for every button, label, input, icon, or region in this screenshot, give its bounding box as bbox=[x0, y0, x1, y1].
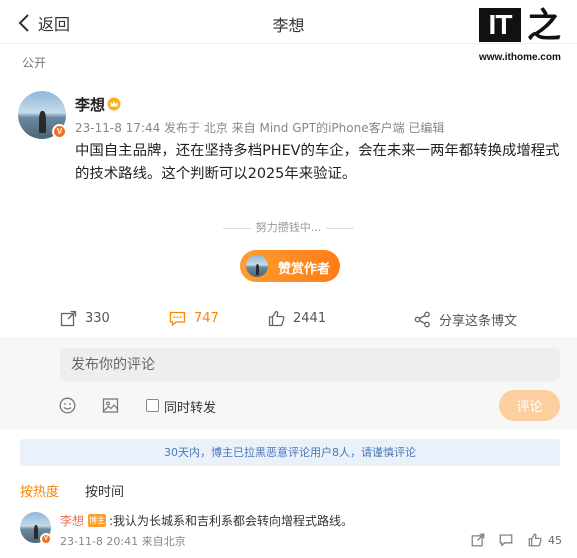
comment-like-icon[interactable] bbox=[528, 533, 542, 547]
tip-label: 赞赏作者 bbox=[278, 262, 331, 277]
post-actions: 330 747 2441 分享这条博文 bbox=[0, 308, 577, 332]
repost-button[interactable]: 330 bbox=[60, 310, 110, 327]
comment-meta: 23-11-8 20:41 来自北京 bbox=[60, 535, 186, 548]
crown-icon bbox=[107, 97, 121, 111]
comment-icon bbox=[169, 311, 186, 327]
comment-like-count: 45 bbox=[548, 534, 562, 547]
sort-by-hot-tab[interactable]: 按热度 bbox=[20, 481, 59, 500]
comment-text: :我认为长城系和吉利系都会转向增程式路线。 bbox=[109, 514, 354, 528]
fundraising-divider: 努力攒钱中... bbox=[0, 219, 577, 235]
image-icon[interactable] bbox=[102, 397, 119, 414]
tip-author-button[interactable]: 赞赏作者 bbox=[240, 250, 340, 282]
like-button[interactable]: 2441 bbox=[268, 310, 326, 327]
watermark-url: www.ithome.com bbox=[479, 52, 561, 63]
repost-checkbox[interactable] bbox=[146, 399, 159, 412]
comment-input[interactable] bbox=[60, 348, 560, 381]
verified-badge-icon: V bbox=[52, 124, 67, 139]
comment-author[interactable]: 李想 bbox=[60, 512, 84, 529]
moderation-notice: 30天内，博主已拉黑恶意评论用户8人，请谨慎评论 bbox=[20, 439, 560, 466]
submit-comment-button[interactable]: 评论 bbox=[499, 390, 560, 421]
post-meta: 23-11-8 17:44 发布于 北京 来自 Mind GPT的iPhone客… bbox=[75, 121, 445, 135]
repost-count: 330 bbox=[85, 311, 110, 326]
ithome-logo: IT 之 bbox=[479, 8, 569, 48]
tip-avatar bbox=[246, 255, 268, 277]
share-label: 分享这条博文 bbox=[439, 314, 518, 329]
author-name[interactable]: 李想 bbox=[75, 94, 105, 115]
repost-icon bbox=[60, 310, 77, 327]
comment-count: 747 bbox=[194, 311, 219, 326]
share-icon bbox=[414, 311, 430, 328]
commenter-verified-icon: V bbox=[40, 533, 52, 545]
share-button[interactable]: 分享这条博文 bbox=[414, 310, 517, 329]
emoji-icon[interactable] bbox=[59, 397, 76, 414]
comment-repost-icon[interactable] bbox=[471, 533, 485, 547]
like-icon bbox=[268, 310, 285, 327]
ithome-watermark: IT 之 www.ithome.com bbox=[479, 8, 569, 63]
post-text: 中国自主品牌，还在坚持多档PHEV的车企，会在未来一两年都转换成增程式的技术路线… bbox=[75, 143, 560, 182]
comment-reply-icon[interactable] bbox=[499, 533, 513, 547]
repost-checkbox-label[interactable]: 同时转发 bbox=[164, 397, 216, 416]
sort-by-time-tab[interactable]: 按时间 bbox=[85, 481, 124, 500]
like-count: 2441 bbox=[293, 311, 327, 326]
visibility-label: 公开 bbox=[22, 56, 47, 70]
blogger-tag: 博主 bbox=[88, 514, 106, 527]
fundraising-text: 努力攒钱中... bbox=[255, 221, 322, 234]
comment-button[interactable]: 747 bbox=[169, 310, 219, 327]
